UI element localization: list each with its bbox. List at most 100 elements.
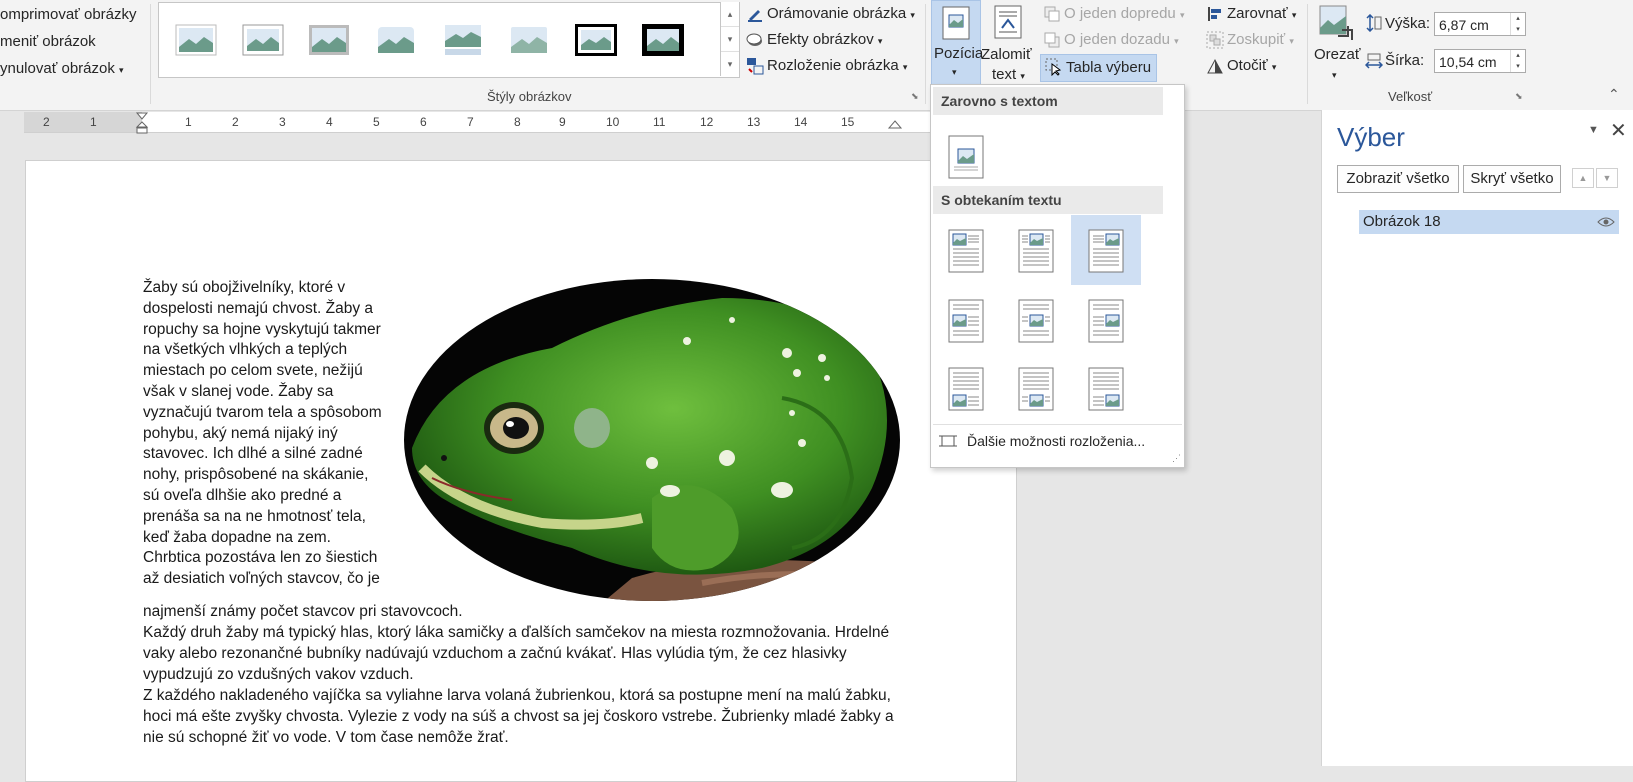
- indent-marker-icon[interactable]: [135, 112, 149, 134]
- style-thumb-soft-edge[interactable]: [374, 23, 418, 57]
- resize-grip-icon[interactable]: ⋰: [1172, 453, 1181, 464]
- ruler-number: 6: [420, 115, 427, 129]
- send-backward-button[interactable]: O jeden dozadu ▾: [1064, 31, 1179, 48]
- ruler-number: 11: [653, 115, 666, 129]
- ruler-number: 15: [841, 115, 855, 129]
- move-down-icon[interactable]: ▼: [1596, 168, 1618, 188]
- styles-launcher-icon[interactable]: ⬊: [911, 91, 919, 102]
- separator: [925, 4, 926, 104]
- menu-separator: [933, 424, 1182, 425]
- show-all-button[interactable]: Zobraziť všetko: [1337, 165, 1459, 193]
- position-label: Pozícia: [934, 45, 984, 62]
- gallery-down-icon[interactable]: ▾: [721, 27, 739, 52]
- position-dropdown: Zarovno s textom S obtekaním textu Ďalši…: [930, 84, 1185, 468]
- reset-picture-button[interactable]: ynulovať obrázok ▾: [0, 60, 124, 77]
- size-group-label: Veľkosť: [1388, 89, 1433, 104]
- gallery-more-icon[interactable]: ▾: [721, 52, 739, 76]
- style-thumb-shadow[interactable]: [307, 23, 351, 57]
- rotate-icon: [1207, 58, 1223, 74]
- bring-forward-label: O jeden dopredu: [1064, 5, 1176, 22]
- layout-icon: [747, 58, 764, 75]
- width-icon: [1365, 53, 1383, 69]
- right-indent-marker-icon[interactable]: [888, 120, 902, 132]
- bring-forward-button[interactable]: O jeden dopredu ▾: [1064, 5, 1184, 22]
- eye-icon[interactable]: [1597, 216, 1615, 228]
- wrap-text-button[interactable]: Zalomiť: [981, 46, 1032, 63]
- height-value: 6,87 cm: [1439, 17, 1489, 33]
- picture-styles-gallery[interactable]: [158, 2, 740, 78]
- pane-options-icon[interactable]: ▼: [1588, 124, 1599, 136]
- rotate-button[interactable]: Otočiť ▾: [1227, 57, 1276, 74]
- selection-pane-button[interactable]: Tabla výberu: [1040, 54, 1157, 82]
- pane-title: Výber: [1337, 122, 1405, 152]
- height-spinner-icon[interactable]: ▴ ▾: [1510, 13, 1525, 35]
- align-button[interactable]: Zarovnať ▾: [1227, 5, 1296, 22]
- position-inline[interactable]: [931, 121, 1001, 191]
- send-backward-icon: [1044, 32, 1060, 48]
- align-icon: [1208, 7, 1221, 21]
- paragraph-tadpole: Z každého nakladeného vajíčka sa vyliahn…: [143, 687, 894, 746]
- position-middle-right[interactable]: [1071, 285, 1141, 355]
- position-middle-center-icon: [1018, 299, 1054, 343]
- picture-border-button[interactable]: Orámovanie obrázka ▾: [767, 5, 915, 22]
- rotate-label: Otočiť: [1227, 57, 1268, 74]
- width-input[interactable]: 10,54 cm ▴ ▾: [1434, 49, 1526, 73]
- style-thumb-black-frame[interactable]: [641, 23, 685, 57]
- more-layout-options[interactable]: Ďalšie možnosti rozloženia...: [967, 433, 1145, 449]
- height-input[interactable]: 6,87 cm ▴ ▾: [1434, 12, 1526, 36]
- wrap-text-label: text: [992, 66, 1017, 83]
- size-launcher-icon[interactable]: ⬊: [1515, 91, 1523, 102]
- position-bottom-right-icon: [1088, 367, 1124, 411]
- style-thumb-rounded[interactable]: [507, 23, 551, 57]
- position-button[interactable]: Pozícia ▾: [931, 0, 984, 86]
- gallery-scroll[interactable]: ▴ ▾ ▾: [720, 2, 739, 76]
- horizontal-ruler[interactable]: 2 1 1 2 3 4 5 6 7 8 9 10 11 12 13 14 15: [24, 112, 930, 134]
- wrap-text-icon: [994, 5, 1022, 39]
- style-thumb-simple[interactable]: [174, 23, 218, 57]
- position-top-center[interactable]: [1001, 215, 1071, 285]
- close-icon[interactable]: ✕: [1610, 118, 1627, 143]
- hide-all-button[interactable]: Skryť všetko: [1463, 165, 1561, 193]
- width-spinner-icon[interactable]: ▴ ▾: [1510, 50, 1525, 72]
- width-label: Šírka:: [1385, 52, 1425, 69]
- selection-item[interactable]: Obrázok 18: [1359, 210, 1619, 234]
- picture-border-label: Orámovanie obrázka: [767, 5, 907, 22]
- ruler-margin: [24, 112, 142, 132]
- position-bottom-right[interactable]: [1071, 353, 1141, 423]
- position-bottom-left-icon: [948, 367, 984, 411]
- position-middle-center[interactable]: [1001, 285, 1071, 355]
- gallery-up-icon[interactable]: ▴: [721, 2, 739, 27]
- group-button[interactable]: Zoskupiť ▾: [1227, 31, 1294, 48]
- picture-effects-button[interactable]: Efekty obrázkov ▾: [767, 31, 882, 48]
- border-icon: [748, 10, 762, 22]
- crop-icon: [1319, 5, 1353, 40]
- frog-picture[interactable]: [402, 278, 902, 603]
- move-up-icon[interactable]: ▲: [1572, 168, 1594, 188]
- style-thumb-thick-black[interactable]: [574, 23, 618, 57]
- crop-button[interactable]: Orezať: [1314, 46, 1360, 63]
- picture-layout-button[interactable]: Rozloženie obrázka ▾: [767, 57, 907, 74]
- change-picture-button[interactable]: meniť obrázok: [0, 33, 96, 50]
- width-value: 10,54 cm: [1439, 54, 1497, 70]
- position-middle-left[interactable]: [931, 285, 1001, 355]
- position-top-left-icon: [948, 229, 984, 273]
- separator: [150, 4, 151, 104]
- ruler-number: 7: [467, 115, 474, 129]
- style-thumb-reflect[interactable]: [441, 23, 485, 57]
- height-label: Výška:: [1385, 15, 1431, 32]
- position-top-right[interactable]: [1071, 215, 1141, 285]
- position-top-left[interactable]: [931, 215, 1001, 285]
- selection-item-label: Obrázok 18: [1363, 213, 1441, 230]
- collapse-ribbon-icon[interactable]: ⌃: [1608, 86, 1620, 103]
- style-thumb-white-frame[interactable]: [241, 23, 285, 57]
- align-label: Zarovnať: [1227, 5, 1288, 22]
- position-bottom-center[interactable]: [1001, 353, 1071, 423]
- ruler-number: 8: [514, 115, 521, 129]
- group-icon: [1206, 31, 1224, 49]
- ruler-number: 2: [232, 115, 239, 129]
- send-backward-label: O jeden dozadu: [1064, 31, 1170, 48]
- compress-pictures-button[interactable]: omprimovať obrázky: [0, 6, 137, 23]
- reset-picture-label: ynulovať obrázok: [0, 60, 115, 77]
- position-bottom-left[interactable]: [931, 353, 1001, 423]
- ruler-number: 9: [559, 115, 566, 129]
